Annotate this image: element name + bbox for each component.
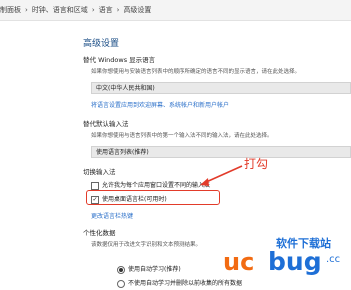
annotation-text: 打勾 bbox=[244, 157, 269, 171]
watermark-logo: 软件下载站 uc bug .cc bbox=[218, 233, 351, 290]
radio-unselected[interactable] bbox=[117, 279, 125, 288]
section-desc-personal-data: 该数据仅用于改进文字识别和文本预测结果。 bbox=[91, 242, 202, 248]
watermark-suffix: .cc bbox=[326, 254, 341, 265]
auto-learning-label: 使用自动学习(推荐) bbox=[128, 266, 181, 273]
auto-learning-radio[interactable]: 使用自动学习(推荐) bbox=[117, 264, 181, 274]
watermark-word-uc: uc bbox=[223, 248, 255, 276]
radio-selected[interactable] bbox=[117, 265, 125, 274]
watermark-word-bug: bug bbox=[268, 247, 322, 276]
section-title-personal-data: 个性化数据 bbox=[83, 229, 116, 237]
